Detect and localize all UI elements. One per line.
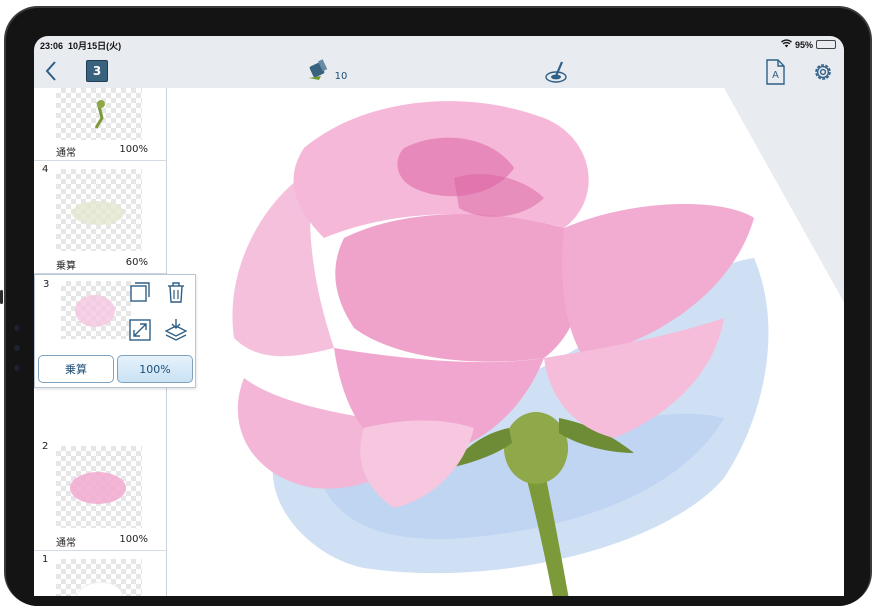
layer-opacity: 60% <box>125 257 148 268</box>
layer-item[interactable]: 2 通常 100% <box>34 438 166 551</box>
back-button[interactable] <box>40 59 62 83</box>
delete-layer-button[interactable] <box>163 279 189 305</box>
layer-thumbnail <box>56 446 142 528</box>
layer-number: 4 <box>42 164 49 175</box>
duplicate-icon <box>130 282 150 302</box>
side-sensor <box>14 325 20 331</box>
eraser-smudge-icon <box>545 61 567 83</box>
app-screen: 23:06 10月15日(火) 95% 3 10 A 通常 100% 4 乗算 … <box>34 36 844 596</box>
document-a-icon: A <box>766 59 785 85</box>
layer-thumbnail <box>56 169 142 251</box>
status-bar: 23:06 10月15日(火) 95% <box>34 36 844 54</box>
layer-thumbnail <box>56 559 142 596</box>
wifi-icon <box>780 39 792 50</box>
selected-layer-panel: 3 乗算 100% <box>34 274 196 388</box>
layer-blend-mode: 通常 <box>56 538 76 549</box>
layer-item[interactable]: 1 <box>34 551 166 596</box>
brush-size-label: 10 <box>334 70 348 82</box>
layer-thumbnail <box>61 281 131 339</box>
battery-percent: 95% <box>794 39 813 50</box>
resize-icon <box>129 319 151 341</box>
layer-blend-mode: 乗算 <box>56 261 76 272</box>
opacity-button[interactable]: 100% <box>117 355 193 383</box>
layer-thumbnail <box>56 88 142 140</box>
layer-number: 2 <box>42 441 49 452</box>
transform-layer-button[interactable] <box>127 317 153 343</box>
side-sensor <box>14 345 20 351</box>
battery-icon <box>816 40 836 49</box>
layer-item[interactable]: 4 乗算 60% <box>34 161 166 274</box>
layer-blend-mode: 通常 <box>56 148 76 159</box>
current-layer-badge: 3 <box>86 60 108 82</box>
merge-down-icon <box>164 319 188 341</box>
svg-text:A: A <box>772 70 779 81</box>
brush-button[interactable]: 10 <box>304 57 350 85</box>
settings-button[interactable] <box>810 58 836 86</box>
trash-icon <box>168 282 184 303</box>
blend-mode-button[interactable]: 乗算 <box>38 355 114 383</box>
layer-opacity: 100% <box>119 534 148 545</box>
brush-icon <box>308 59 327 80</box>
chevron-left-icon <box>45 61 56 81</box>
toolbar: 3 10 A <box>34 54 844 88</box>
layer-number: 3 <box>43 279 50 290</box>
duplicate-layer-button[interactable] <box>127 279 153 305</box>
smudge-tool-button[interactable] <box>542 58 570 86</box>
gear-icon <box>815 64 831 80</box>
side-sensor <box>14 365 20 371</box>
drawing-canvas[interactable] <box>164 88 844 596</box>
export-button[interactable]: A <box>762 58 788 86</box>
side-button <box>0 290 3 304</box>
merge-down-button[interactable] <box>163 317 189 343</box>
layer-number: 1 <box>42 554 49 565</box>
layer-opacity: 100% <box>119 144 148 155</box>
layer-item[interactable]: 通常 100% <box>34 88 166 161</box>
status-time: 23:06 10月15日(火) <box>40 41 122 51</box>
status-right: 95% <box>780 39 836 50</box>
layer-indicator-button[interactable]: 3 <box>86 60 108 82</box>
rose-sepal <box>504 412 568 484</box>
